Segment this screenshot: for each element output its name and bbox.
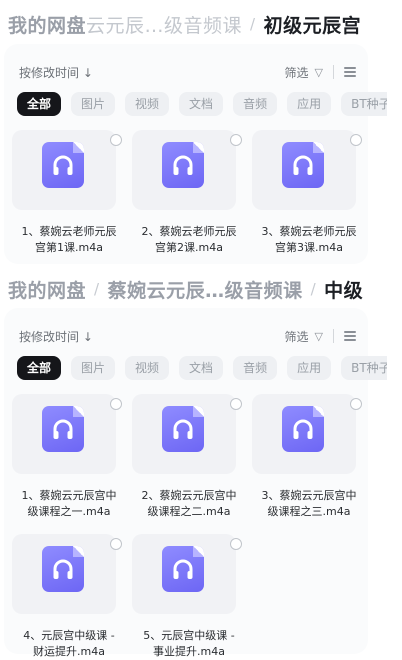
file-name-line1: 4、元辰宫中级课 - <box>23 629 115 642</box>
filter-button[interactable]: 筛选 <box>285 64 309 81</box>
audio-file-icon <box>162 546 204 592</box>
tab-apps[interactable]: 应用 <box>287 356 332 380</box>
file-name[interactable]: 3、蔡婉云元辰宫中 级课程之三.m4a <box>244 488 374 520</box>
toolbar: 按修改时间 ↓ 筛选 ▽ <box>19 62 356 82</box>
audio-file-icon <box>282 406 324 452</box>
file-panel: 按修改时间 ↓ 筛选 ▽ 全部 图片 视频 文档 音频 应用 BT种子 1、蔡婉… <box>4 308 387 658</box>
tab-documents[interactable]: 文档 <box>179 356 224 380</box>
tab-bt[interactable]: BT种子 <box>341 356 387 380</box>
file-name-line2: 宫第1课.m4a <box>35 241 103 254</box>
file-name-line1: 2、蔡婉云元辰宫中 <box>141 489 237 502</box>
audio-file-icon <box>42 142 84 188</box>
headphones-icon <box>53 419 73 439</box>
file-name-line2: 财运提升.m4a <box>33 645 105 658</box>
audio-file-icon <box>162 406 204 452</box>
tab-videos[interactable]: 视频 <box>125 356 170 380</box>
breadcrumb-separator: / <box>250 15 256 33</box>
audio-file-icon <box>42 406 84 452</box>
sort-button[interactable]: 按修改时间 ↓ <box>19 328 285 345</box>
file-name[interactable]: 1、蔡婉云元辰宫中 级课程之一.m4a <box>4 488 134 520</box>
breadcrumb-middle[interactable]: 云元辰…级音频课 <box>86 11 242 38</box>
filter-button[interactable]: 筛选 <box>285 328 309 345</box>
breadcrumb-current: 初级元辰宫 <box>263 14 362 37</box>
tab-bt[interactable]: BT种子 <box>341 92 387 116</box>
breadcrumb-separator: / <box>310 280 317 298</box>
file-name-line2: 级课程之三.m4a <box>267 505 351 518</box>
file-name-line2: 级课程之二.m4a <box>147 505 231 518</box>
radio-circle-icon[interactable] <box>110 134 122 146</box>
headphones-icon <box>53 559 73 579</box>
sort-button[interactable]: 按修改时间 ↓ <box>19 64 285 81</box>
headphones-icon <box>293 419 313 439</box>
file-name[interactable]: 1、蔡婉云老师元辰 宫第1课.m4a <box>4 224 134 256</box>
breadcrumb: 我的网盘 云元辰…级音频课 / 初级元辰宫 <box>8 9 361 39</box>
breadcrumb-middle[interactable]: 蔡婉云元辰…级音频课 <box>108 276 303 303</box>
tab-all[interactable]: 全部 <box>17 92 62 116</box>
tab-audio[interactable]: 音频 <box>233 356 278 380</box>
category-tabs: 全部 图片 视频 文档 音频 应用 BT种子 <box>17 356 387 380</box>
headphones-icon <box>293 155 313 175</box>
radio-circle-icon[interactable] <box>350 134 362 146</box>
breadcrumb-root[interactable]: 我的网盘 <box>8 11 86 38</box>
radio-circle-icon[interactable] <box>110 398 122 410</box>
toolbar-divider <box>333 329 334 343</box>
headphones-icon <box>53 155 73 175</box>
radio-circle-icon[interactable] <box>110 538 122 550</box>
file-panel: 按修改时间 ↓ 筛选 ▽ 全部 图片 视频 文档 音频 应用 BT种子 1、蔡婉… <box>4 44 387 264</box>
breadcrumb-current: 中级 <box>324 279 364 302</box>
tab-images[interactable]: 图片 <box>71 92 116 116</box>
category-tabs: 全部 图片 视频 文档 音频 应用 BT种子 <box>17 92 387 116</box>
file-name[interactable]: 2、蔡婉云老师元辰 宫第2课.m4a <box>124 224 254 256</box>
file-name[interactable]: 4、元辰宫中级课 - 财运提升.m4a <box>4 628 134 660</box>
file-name-line1: 1、蔡婉云元辰宫中 <box>21 489 117 502</box>
radio-circle-icon[interactable] <box>230 538 242 550</box>
tab-documents[interactable]: 文档 <box>179 92 224 116</box>
audio-file-icon <box>42 546 84 592</box>
radio-circle-icon[interactable] <box>230 398 242 410</box>
tab-all[interactable]: 全部 <box>17 356 62 380</box>
radio-circle-icon[interactable] <box>350 398 362 410</box>
file-name-line2: 宫第3课.m4a <box>275 241 343 254</box>
folder-view-secondary: 我的网盘 / 蔡婉云元辰…级音频课 / 中级 按修改时间 ↓ 筛选 ▽ 全部 图… <box>0 268 402 660</box>
tab-images[interactable]: 图片 <box>71 356 116 380</box>
headphones-icon <box>173 155 193 175</box>
funnel-icon[interactable]: ▽ <box>315 330 323 343</box>
audio-file-icon <box>162 142 204 188</box>
tab-videos[interactable]: 视频 <box>125 92 170 116</box>
tab-audio[interactable]: 音频 <box>233 92 278 116</box>
funnel-icon[interactable]: ▽ <box>315 66 323 79</box>
breadcrumb: 我的网盘 / 蔡婉云元辰…级音频课 / 中级 <box>8 274 363 304</box>
file-name-line1: 1、蔡婉云老师元辰 <box>21 225 117 238</box>
file-name[interactable]: 5、元辰宫中级课 - 事业提升.m4a <box>124 628 254 660</box>
toolbar: 按修改时间 ↓ 筛选 ▽ <box>19 326 356 346</box>
headphones-icon <box>173 419 193 439</box>
headphones-icon <box>173 559 193 579</box>
list-view-icon[interactable] <box>344 67 356 77</box>
file-name[interactable]: 3、蔡婉云老师元辰 宫第3课.m4a <box>244 224 374 256</box>
file-name-line2: 级课程之一.m4a <box>27 505 111 518</box>
file-name-line2: 事业提升.m4a <box>153 645 225 658</box>
file-name-line1: 3、蔡婉云元辰宫中 <box>261 489 357 502</box>
breadcrumb-separator: / <box>94 280 100 298</box>
list-view-icon[interactable] <box>344 331 356 341</box>
file-name[interactable]: 2、蔡婉云元辰宫中 级课程之二.m4a <box>124 488 254 520</box>
file-name-line1: 2、蔡婉云老师元辰 <box>141 225 237 238</box>
file-name-line1: 3、蔡婉云老师元辰 <box>261 225 357 238</box>
folder-view-primary: 我的网盘 云元辰…级音频课 / 初级元辰宫 按修改时间 ↓ 筛选 ▽ 全部 图片… <box>0 0 402 268</box>
radio-circle-icon[interactable] <box>230 134 242 146</box>
audio-file-icon <box>282 142 324 188</box>
file-name-line2: 宫第2课.m4a <box>155 241 223 254</box>
tab-apps[interactable]: 应用 <box>287 92 332 116</box>
file-name-line1: 5、元辰宫中级课 - <box>143 629 235 642</box>
toolbar-divider <box>333 65 334 79</box>
breadcrumb-root[interactable]: 我的网盘 <box>8 276 86 303</box>
